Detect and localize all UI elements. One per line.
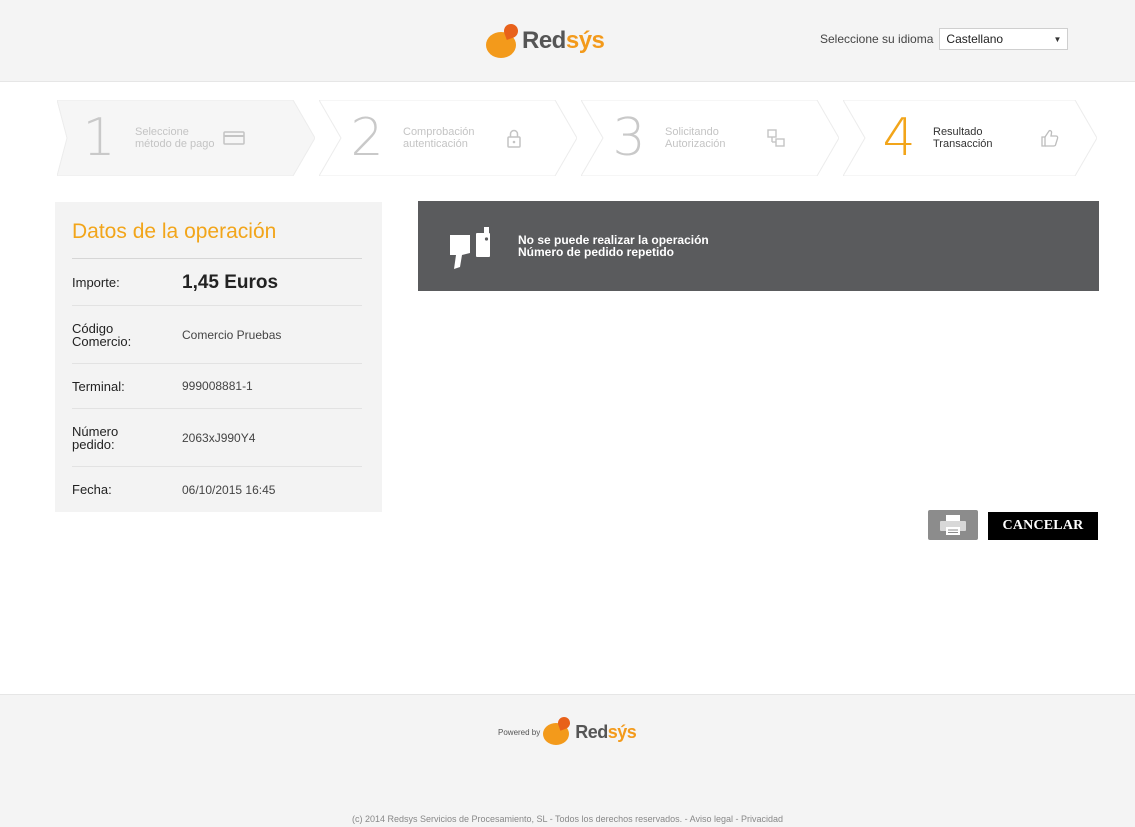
- step-4-label: Resultado Transacción: [933, 126, 993, 150]
- numero-pedido-label: Número pedido:: [72, 423, 119, 452]
- operation-data-panel: Datos de la operación Importe: 1,45 Euro…: [55, 202, 382, 512]
- thumbs-up-icon: [1041, 129, 1059, 147]
- lock-icon: [507, 129, 521, 148]
- privacy-link[interactable]: Privacidad: [741, 814, 783, 824]
- panel-title: Datos de la operación: [72, 220, 277, 243]
- redsys-logo: Redsýs: [486, 18, 605, 64]
- row-codigo-comercio: Código Comercio: Comercio Pruebas: [72, 306, 362, 364]
- fecha-label: Fecha:: [72, 482, 112, 497]
- step-2: 2 Comprobación autenticación: [319, 100, 577, 176]
- footer-redsys-logo-icon: [543, 715, 573, 747]
- step-1-label: Seleccione método de pago: [135, 126, 215, 150]
- redsys-logo-icon: [486, 22, 520, 58]
- legal-notice-link[interactable]: Aviso legal: [690, 814, 733, 824]
- fecha-value: 06/10/2015 16:45: [182, 482, 276, 497]
- language-label: Seleccione su idioma: [820, 32, 934, 46]
- powered-by: Powered by Redsýs: [498, 715, 637, 747]
- print-button[interactable]: [928, 510, 978, 540]
- language-selector: Seleccione su idioma Castellano ▼: [820, 28, 1069, 50]
- importe-value: 1,45 Euros: [182, 271, 279, 293]
- terminal-label: Terminal:: [72, 378, 125, 394]
- numero-pedido-value: 2063xJ990Y4: [182, 430, 256, 445]
- codigo-comercio-value: Comercio Pruebas: [182, 327, 282, 342]
- logo-text: Redsýs: [522, 27, 605, 54]
- language-value: Castellano: [946, 32, 1004, 46]
- page: Redsýs Seleccione su idioma Castellano ▼…: [0, 0, 1135, 827]
- thumbs-down-icon: [450, 227, 490, 269]
- row-numero-pedido: Número pedido: 2063xJ990Y4: [72, 409, 362, 467]
- row-terminal: Terminal: 999008881-1: [72, 364, 362, 409]
- terminal-value: 999008881-1: [182, 379, 253, 393]
- footer-logo-text: Redsýs: [575, 721, 637, 742]
- header: Redsýs Seleccione su idioma Castellano ▼: [0, 0, 1135, 82]
- step-1: 1 Seleccione método de pago: [57, 100, 315, 176]
- step-4-number: 4: [882, 108, 916, 168]
- row-fecha: Fecha: 06/10/2015 16:45: [72, 467, 362, 512]
- step-3-label: Solicitando Autorización: [665, 126, 726, 150]
- credit-card-icon: [223, 131, 245, 145]
- dropdown-arrow-icon: ▼: [1053, 34, 1062, 44]
- footer: Powered by Redsýs (c) 2014 Redsys Servic…: [0, 694, 1135, 827]
- step-3: 3 Solicitando Autorización: [581, 100, 839, 176]
- powered-by-label: Powered by: [498, 727, 541, 737]
- network-icon: [767, 129, 785, 147]
- result-text: No se puede realizar la operación Número…: [518, 234, 709, 258]
- step-4: 4 Resultado Transacción: [843, 100, 1097, 176]
- codigo-comercio-label: Código Comercio:: [72, 320, 132, 349]
- progress-steps: 1 Seleccione método de pago 2 Comprobació…: [57, 100, 1097, 176]
- copyright-text: (c) 2014 Redsys Servicios de Procesamien…: [351, 814, 683, 824]
- language-select[interactable]: Castellano ▼: [939, 28, 1069, 50]
- divider: [72, 258, 362, 259]
- step-3-number: 3: [612, 108, 646, 168]
- result-detail: Número de pedido repetido: [518, 245, 675, 259]
- result-message-box: No se puede realizar la operación Número…: [418, 201, 1099, 291]
- importe-label: Importe:: [72, 275, 120, 290]
- step-1-number: 1: [82, 108, 116, 168]
- copyright: (c) 2014 Redsys Servicios de Procesamien…: [351, 814, 784, 824]
- row-importe: Importe: 1,45 Euros: [72, 260, 362, 306]
- step-2-number: 2: [350, 108, 384, 168]
- printer-icon: [940, 515, 966, 535]
- cancel-button[interactable]: CANCELAR: [988, 512, 1098, 540]
- step-2-label: Comprobación autenticación: [403, 126, 475, 150]
